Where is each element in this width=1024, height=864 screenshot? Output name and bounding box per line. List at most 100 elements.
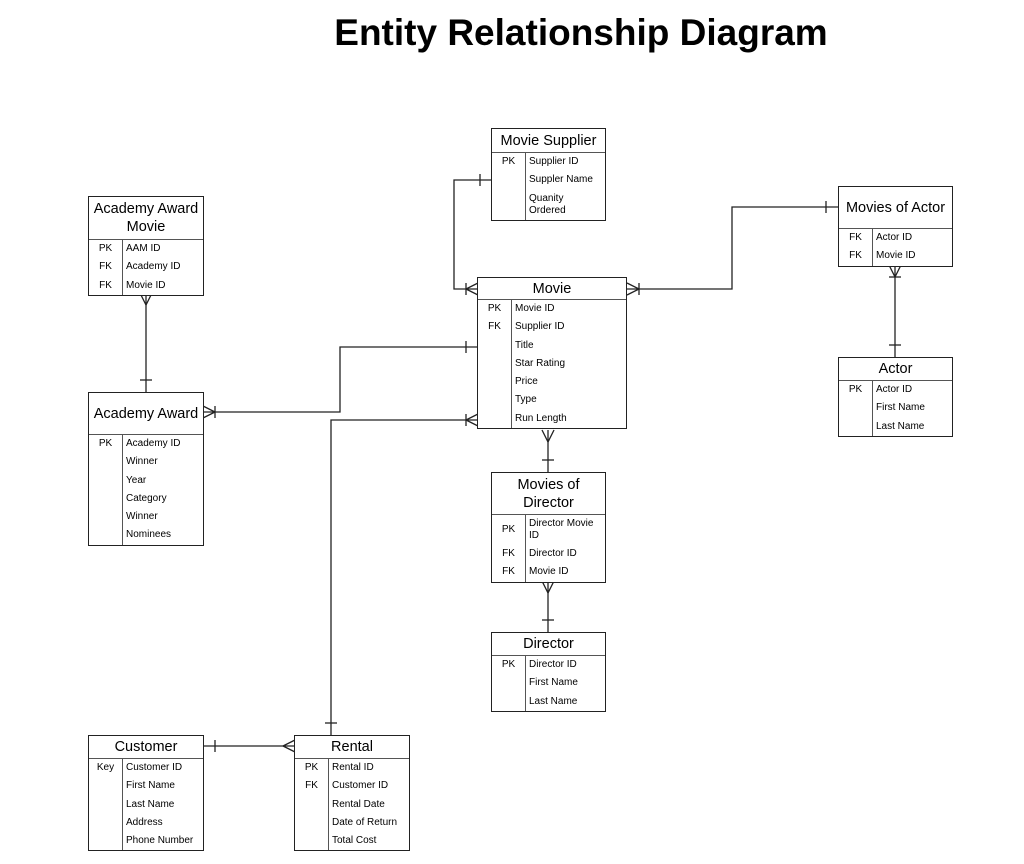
attribute-cell: Type <box>515 394 537 406</box>
attribute-cell: Phone Number <box>126 835 194 847</box>
rel-aam-academyaward <box>139 292 153 392</box>
attribute-cell: Movie ID <box>126 279 166 291</box>
attribute-cell: Actor ID <box>876 232 913 243</box>
attribute-cell: Price <box>515 376 538 388</box>
attribute-cell: Nominees <box>126 529 172 541</box>
attribute-cell: Winner <box>126 456 158 468</box>
rel-moviesofactor-actor <box>888 264 902 357</box>
entity-academy-award-movie[interactable]: Academy Award Movie PK FK FK AAM ID Acad… <box>88 196 204 296</box>
attribute-cell: Rental ID <box>332 762 374 773</box>
attribute-cell: First Name <box>126 780 175 792</box>
key-cell: FK <box>99 261 112 273</box>
attribute-cell: Movie ID <box>876 250 916 262</box>
key-cell <box>478 373 511 391</box>
attribute-cell: Suppler Name <box>529 174 593 186</box>
entity-rental[interactable]: Rental PK FK Rental ID Customer ID Renta… <box>294 735 410 852</box>
entity-movie[interactable]: Movie PK FK Movie ID Supplier ID Title S… <box>477 277 627 430</box>
key-cell: Key <box>96 762 115 773</box>
attribute-cell: Winner <box>126 511 158 523</box>
entity-title: Academy Award <box>89 393 203 435</box>
attribute-cell: Actor ID <box>876 384 913 395</box>
key-cell <box>478 337 511 355</box>
attribute-cell: Run Length <box>515 412 567 424</box>
key-cell: PK <box>98 438 113 449</box>
entity-director[interactable]: Director PK Director ID First Name Last … <box>491 632 606 712</box>
key-cell <box>839 399 872 417</box>
attribute-cell: Movie ID <box>529 566 569 578</box>
attribute-cell: Total Cost <box>332 835 377 847</box>
attribute-cell: Academy ID <box>126 261 181 273</box>
attribute-cell: First Name <box>529 677 578 689</box>
entity-title: Movie <box>478 278 626 300</box>
key-cell: FK <box>305 780 318 792</box>
attribute-cell: Date of Return <box>332 816 398 828</box>
key-cell <box>89 453 122 471</box>
key-cell: FK <box>849 250 862 262</box>
entity-title: Movie Supplier <box>492 129 605 153</box>
key-cell: PK <box>304 762 319 773</box>
entity-title: Movies of Actor <box>839 187 952 229</box>
attribute-cell: Rental Date <box>332 798 385 810</box>
entity-title: Actor <box>839 358 952 381</box>
entity-customer[interactable]: Customer Key Customer ID First Name Last… <box>88 735 204 852</box>
entity-academy-award[interactable]: Academy Award PK Academy ID Winner Year … <box>88 392 204 546</box>
key-cell <box>492 674 525 692</box>
key-cell: PK <box>501 156 516 167</box>
attribute-cell: Star Rating <box>515 357 566 369</box>
rel-academyaward-movie <box>202 341 478 419</box>
entity-movie-supplier[interactable]: Movie Supplier PK Supplier ID Suppler Na… <box>491 128 606 221</box>
key-cell <box>295 814 328 832</box>
attribute-cell: Address <box>126 816 163 828</box>
key-cell <box>492 190 525 220</box>
attribute-cell: Category <box>126 492 167 504</box>
attribute-cell: Last Name <box>529 695 578 707</box>
entity-actor[interactable]: Actor PK Actor ID First Name Last Name <box>838 357 953 437</box>
key-cell: PK <box>487 303 502 314</box>
key-cell <box>89 526 122 544</box>
key-cell: FK <box>502 566 515 578</box>
key-cell <box>839 418 872 436</box>
attribute-cell: Director Movie ID <box>529 518 594 541</box>
attribute-cell: Last Name <box>126 798 175 810</box>
rel-moviesofdirector-director <box>541 580 555 632</box>
key-cell <box>89 490 122 508</box>
key-cell <box>295 796 328 814</box>
attribute-cell: Year <box>126 474 147 486</box>
entity-title: Customer <box>89 736 203 759</box>
key-cell: PK <box>501 659 516 670</box>
entity-title: Rental <box>295 736 409 759</box>
key-cell: FK <box>488 321 501 333</box>
attribute-cell: AAM ID <box>126 243 161 254</box>
key-cell <box>89 796 122 814</box>
entity-title: Movies of Director <box>492 473 605 515</box>
key-cell <box>478 355 511 373</box>
key-cell <box>295 832 328 850</box>
key-cell: FK <box>99 279 112 291</box>
attribute-cell: Title <box>515 339 534 351</box>
key-cell: PK <box>501 524 516 535</box>
rel-moviesofactor-movie <box>626 201 838 296</box>
entity-title: Director <box>492 633 605 656</box>
key-cell <box>478 410 511 428</box>
attribute-cell: Director ID <box>529 659 577 670</box>
entity-title: Academy Award Movie <box>89 197 203 240</box>
attribute-cell: Academy ID <box>126 438 181 449</box>
key-cell <box>89 832 122 850</box>
attribute-cell: Movie ID <box>515 303 555 314</box>
attribute-cell: Customer ID <box>126 762 183 773</box>
rel-customer-rental <box>203 739 296 753</box>
attribute-cell: Customer ID <box>332 780 389 792</box>
key-cell <box>492 693 525 711</box>
key-cell: FK <box>502 548 515 559</box>
attribute-cell: Director ID <box>529 548 577 559</box>
key-cell: PK <box>848 384 863 395</box>
entity-movies-of-actor[interactable]: Movies of Actor FK FK Actor ID Movie ID <box>838 186 953 267</box>
key-cell <box>89 508 122 526</box>
rel-rental-movie <box>325 413 479 735</box>
entity-movies-of-director[interactable]: Movies of Director PK FK FK Director Mov… <box>491 472 606 583</box>
key-cell <box>478 391 511 409</box>
key-cell: FK <box>849 232 862 243</box>
key-cell <box>89 472 122 490</box>
key-cell <box>89 777 122 795</box>
attribute-cell: First Name <box>876 402 925 414</box>
